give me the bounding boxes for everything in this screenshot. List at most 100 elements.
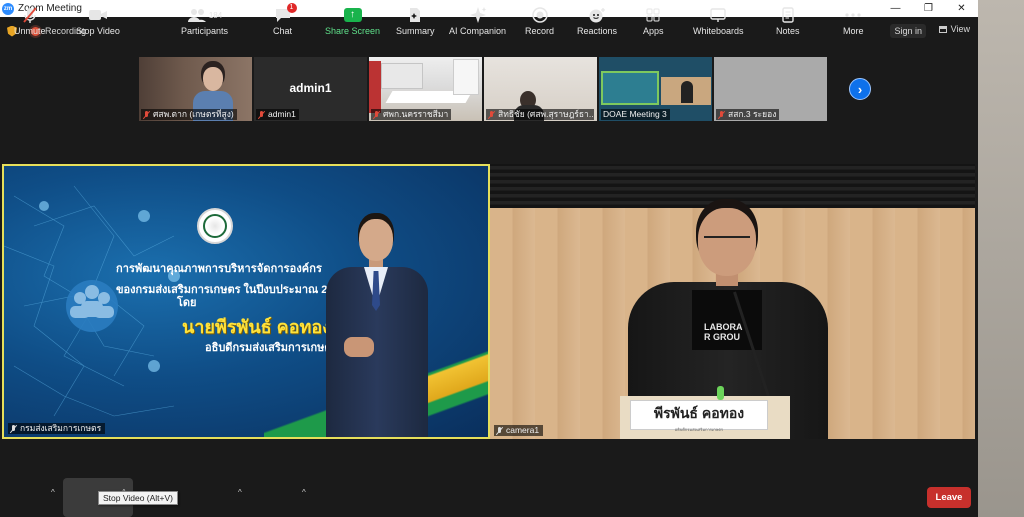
sign-in-button[interactable]: Sign in xyxy=(890,24,926,38)
participants-button[interactable]: 184 Participants xyxy=(181,4,228,42)
mic-muted-icon xyxy=(21,4,39,26)
participant-name: admin1 xyxy=(268,109,296,119)
maximize-button[interactable]: ❐ xyxy=(912,0,945,17)
chat-label: Chat xyxy=(273,26,293,36)
zoom-window: zm Zoom Meeting — ❐ ✕ Recording Sign in … xyxy=(0,0,978,517)
notes-icon xyxy=(781,4,795,26)
reactions-label: Reactions xyxy=(577,26,618,36)
department-seal-logo xyxy=(197,208,233,244)
participant-tile[interactable]: ศสพ.ตาก (เกษตรที่สูง) xyxy=(139,57,252,121)
close-button[interactable]: ✕ xyxy=(945,0,978,17)
notes-label: Notes xyxy=(776,26,800,36)
main-video-left[interactable]: การพัฒนาคุณภาพการบริหารจัดการองค์กร ของก… xyxy=(2,164,490,439)
ai-companion-button[interactable]: AI Companion xyxy=(449,4,506,42)
participants-label: Participants xyxy=(181,26,229,36)
share-screen-label: Share Screen xyxy=(325,26,381,36)
slide-presenter-photo xyxy=(322,219,432,437)
participant-tile[interactable]: สสก.3 ระยอง xyxy=(714,57,827,121)
sparkle-icon xyxy=(469,4,487,26)
participant-name: สิทธิชัย (ศสพ.สุราษฎร์ธา... xyxy=(498,109,594,119)
notes-button[interactable]: Notes xyxy=(776,4,800,42)
video-camera-icon xyxy=(88,4,108,26)
slide-presenter-name: นายพีรพันธ์ คอทอง xyxy=(182,317,331,337)
muted-mic-icon xyxy=(373,110,380,119)
stop-video-tooltip: Stop Video (Alt+V) xyxy=(98,491,179,505)
desktop-background xyxy=(978,0,1024,517)
more-label: More xyxy=(843,26,864,36)
stop-video-label: Stop Video xyxy=(76,26,120,36)
slide-presenter-role: อธิบดีกรมส่งเสริมการเกษตร xyxy=(205,342,338,354)
muted-mic-icon xyxy=(258,110,265,119)
whiteboards-label: Whiteboards xyxy=(693,26,744,36)
zoom-logo-icon: zm xyxy=(2,2,14,15)
ceiling-background xyxy=(490,164,975,208)
mic-icon xyxy=(10,424,17,433)
muted-mic-icon xyxy=(143,110,150,119)
participant-tile[interactable]: DOAE Meeting 3 xyxy=(599,57,712,121)
reactions-button[interactable]: Reactions xyxy=(577,4,617,42)
main-video-right[interactable]: LABORA R GROU พีรพันธ์ คอทอง อธิบดีกรมส่… xyxy=(490,164,975,439)
participant-tile[interactable]: ศพก.นครราชสีมา xyxy=(369,57,482,121)
participant-name: สสก.3 ระยอง xyxy=(728,109,777,119)
speaker-nameplate: พีรพันธ์ คอทอง อธิบดีกรมส่งเสริมการเกษตร xyxy=(630,400,768,432)
slide-title-line2: ของกรมส่งเสริมการเกษตร ในปีงบประมาณ 2567 xyxy=(116,284,346,296)
chat-button[interactable]: 1 Chat xyxy=(273,3,297,42)
unmute-label: Unmute xyxy=(14,26,46,36)
shirt-print: LABORA R GROU xyxy=(704,322,743,342)
video-name-tag: กรมส่งเสริมการเกษตร xyxy=(8,423,106,434)
record-button[interactable]: Record xyxy=(525,4,554,42)
digital-hand-graphic xyxy=(4,185,180,417)
podium-light xyxy=(717,386,724,400)
whiteboards-button[interactable]: Whiteboards xyxy=(693,4,744,42)
view-button[interactable]: View xyxy=(938,24,970,34)
chat-bubble-icon: 1 xyxy=(274,3,297,26)
summary-button[interactable]: Summary xyxy=(396,4,435,42)
audio-options-caret[interactable]: ^ xyxy=(51,488,55,497)
chat-options-caret[interactable]: ^ xyxy=(302,488,306,497)
participants-icon: 184 xyxy=(187,4,222,26)
share-screen-icon: ↑ xyxy=(343,4,362,26)
participant-name: ศพก.นครราชสีมา xyxy=(383,109,449,119)
nameplate-name: พีรพันธ์ คอทอง xyxy=(653,405,745,421)
participants-options-caret[interactable]: ^ xyxy=(238,488,242,497)
apps-grid-icon xyxy=(645,4,661,26)
view-grid-icon xyxy=(938,25,947,33)
participant-tile[interactable]: สิทธิชัย (ศสพ.สุราษฎร์ธา... xyxy=(484,57,597,121)
muted-mic-icon xyxy=(488,110,495,119)
summary-document-icon xyxy=(407,4,423,26)
more-button[interactable]: More xyxy=(843,4,864,42)
chevron-right-icon: › xyxy=(857,81,863,97)
window-controls: — ❐ ✕ xyxy=(879,0,978,17)
next-page-button[interactable]: › xyxy=(849,78,871,100)
minimize-button[interactable]: — xyxy=(879,0,912,17)
participant-name: DOAE Meeting 3 xyxy=(603,109,667,119)
participant-name-tag: DOAE Meeting 3 xyxy=(601,109,670,120)
video-name: camera1 xyxy=(506,425,540,435)
unmute-button[interactable]: Unmute xyxy=(14,4,46,42)
mic-icon xyxy=(496,426,503,435)
whiteboard-icon xyxy=(709,4,727,26)
slide-title-line1: การพัฒนาคุณภาพการบริหารจัดการองค์กร xyxy=(115,263,323,275)
emoji-reaction-icon xyxy=(588,4,606,26)
stop-video-button[interactable]: Stop Video xyxy=(76,4,120,42)
video-name-tag: camera1 xyxy=(494,425,544,436)
muted-mic-icon xyxy=(718,110,725,119)
record-icon xyxy=(531,4,548,26)
participant-name-tag: ศสพ.ตาก (เกษตรที่สูง) xyxy=(141,109,237,120)
record-label: Record xyxy=(525,26,555,36)
participant-name-tag: สิทธิชัย (ศสพ.สุราษฎร์ธา... xyxy=(486,109,594,120)
participant-thumbnail-strip: ศสพ.ตาก (เกษตรที่สูง) admin1 admin1 ศพก.… xyxy=(139,57,827,121)
participant-tile[interactable]: admin1 admin1 xyxy=(254,57,367,121)
leave-button[interactable]: Leave xyxy=(927,487,971,508)
summary-label: Summary xyxy=(396,26,435,36)
participant-display-name: admin1 xyxy=(289,81,332,95)
chat-unread-badge: 1 xyxy=(286,3,297,13)
share-screen-button[interactable]: ↑ Share Screen xyxy=(325,4,380,42)
video-name: กรมส่งเสริมการเกษตร xyxy=(20,423,102,433)
more-dots-icon xyxy=(844,4,862,26)
participant-name-tag: สสก.3 ระยอง xyxy=(716,109,780,120)
view-label: View xyxy=(950,24,970,34)
participant-name-tag: ศพก.นครราชสีมา xyxy=(371,109,452,120)
apps-button[interactable]: Apps xyxy=(643,4,664,42)
slide-title: การพัฒนาคุณภาพการบริหารจัดการองค์กร ของก… xyxy=(94,259,346,298)
